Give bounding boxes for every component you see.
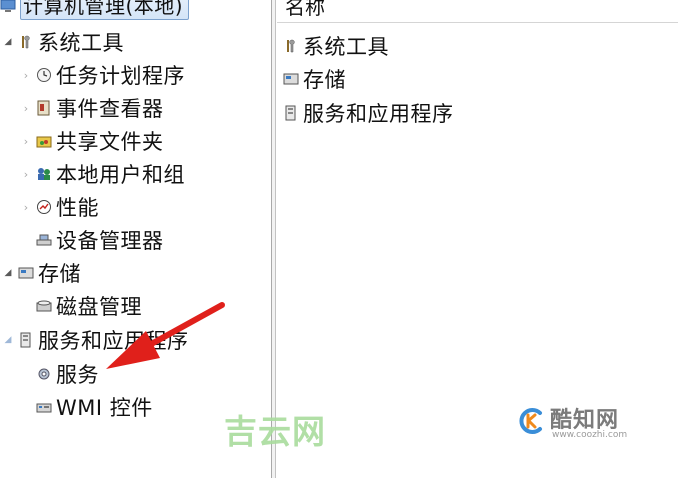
kuzhi-logo-icon <box>519 408 542 434</box>
watermark-kuzhi: 酷知网 www.coozhi.com <box>516 402 666 448</box>
kuzhi-url: www.coozhi.com <box>552 430 628 440</box>
watermark-jiyun: 吉云网 <box>224 412 326 451</box>
